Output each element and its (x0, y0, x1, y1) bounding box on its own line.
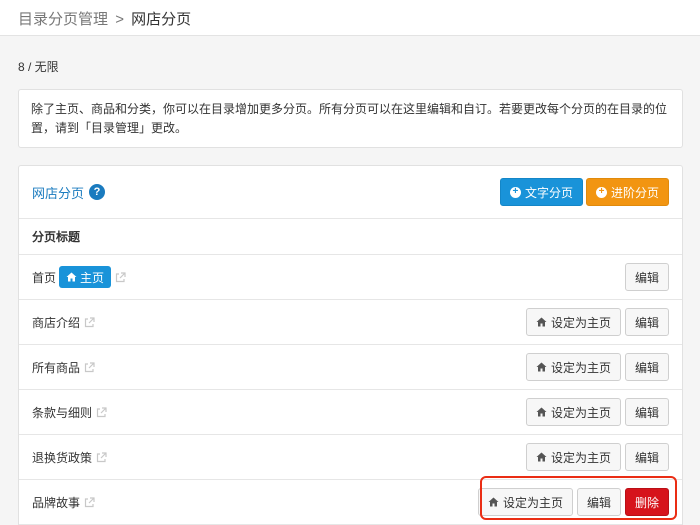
help-icon[interactable]: ? (89, 184, 106, 200)
header-actions: + 文字分页 + 进阶分页 (499, 178, 669, 206)
set-home-button[interactable]: 设定为主页 (525, 353, 621, 381)
table-row: 商店介绍 设定为主页 编辑 (19, 300, 682, 345)
page-title-link[interactable]: 品牌故事 (32, 494, 80, 511)
row-actions: 设定为主页 编辑 (525, 308, 669, 336)
add-advanced-page-button[interactable]: + 进阶分页 (585, 178, 669, 206)
external-link-icon[interactable] (96, 451, 107, 463)
home-badge: 主页 (59, 266, 112, 288)
external-link-icon[interactable] (115, 271, 126, 283)
info-notice: 除了主页、商品和分类，你可以在目录增加更多分页。所有分页可以在这里编辑和自订。若… (18, 89, 683, 148)
breadcrumb-parent-link[interactable]: 目录分页管理 (18, 11, 108, 28)
home-icon (536, 407, 547, 417)
edit-button[interactable]: 编辑 (624, 443, 669, 471)
row-actions: 编辑 (624, 263, 669, 291)
page-title-link[interactable]: 商店介绍 (32, 314, 80, 331)
set-home-button[interactable]: 设定为主页 (525, 443, 621, 471)
table-row: 所有商品 设定为主页 编辑 (19, 345, 682, 390)
pages-panel: 网店分页 ? + 文字分页 + 进阶分页 分页标题 首页 主页 编辑 商店介绍 … (18, 165, 683, 525)
breadcrumb: 目录分页管理 > 网店分页 (0, 0, 700, 36)
row-actions: 设定为主页 编辑 (525, 353, 669, 381)
page-quota: 8 / 无限 (18, 60, 59, 74)
plus-circle-icon: + (595, 186, 607, 198)
panel-title: 网店分页 (32, 185, 85, 201)
column-header: 分页标题 (19, 219, 682, 255)
plus-circle-icon: + (509, 186, 521, 198)
external-link-icon[interactable] (84, 361, 95, 373)
home-icon (536, 452, 547, 462)
home-badge-label: 主页 (80, 270, 105, 285)
set-home-label: 设定为主页 (550, 405, 611, 420)
table-row: 退换货政策 设定为主页 编辑 (19, 435, 682, 480)
add-advanced-page-label: 进阶分页 (610, 185, 659, 200)
external-link-icon[interactable] (96, 406, 107, 418)
external-link-icon[interactable] (84, 496, 95, 508)
set-home-label: 设定为主页 (550, 450, 611, 465)
table-row: 条款与细则 设定为主页 编辑 (19, 390, 682, 435)
page-title-link[interactable]: 首页 (32, 269, 56, 286)
row-actions: 设定为主页 编辑 (525, 398, 669, 426)
set-home-button[interactable]: 设定为主页 (525, 398, 621, 426)
edit-button[interactable]: 编辑 (624, 398, 669, 426)
home-icon (66, 272, 77, 282)
add-text-page-button[interactable]: + 文字分页 (499, 178, 583, 206)
home-icon (536, 317, 547, 327)
edit-button[interactable]: 编辑 (624, 353, 669, 381)
page-title-link[interactable]: 退换货政策 (32, 449, 92, 466)
row-actions: 设定为主页 编辑 (525, 443, 669, 471)
home-icon (536, 362, 547, 372)
breadcrumb-separator: > (115, 11, 124, 28)
highlight-frame (480, 476, 677, 520)
table-row: 首页 主页 编辑 (19, 255, 682, 300)
set-home-button[interactable]: 设定为主页 (525, 308, 621, 336)
set-home-label: 设定为主页 (550, 360, 611, 375)
breadcrumb-current: 网店分页 (131, 11, 192, 28)
page-title-link[interactable]: 条款与细则 (32, 404, 92, 421)
add-text-page-label: 文字分页 (524, 185, 573, 200)
external-link-icon[interactable] (84, 316, 95, 328)
panel-header: 网店分页 ? + 文字分页 + 进阶分页 (19, 166, 682, 219)
edit-button[interactable]: 编辑 (624, 263, 669, 291)
page-title-link[interactable]: 所有商品 (32, 359, 80, 376)
edit-button[interactable]: 编辑 (624, 308, 669, 336)
set-home-label: 设定为主页 (550, 315, 611, 330)
